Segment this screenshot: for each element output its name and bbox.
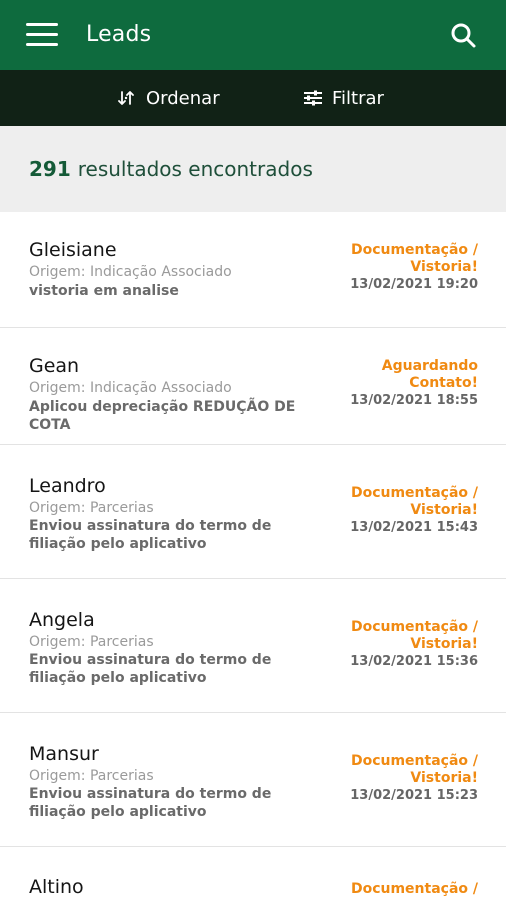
list-item[interactable]: Mansur Origem: Parcerias Enviou assinatu… <box>0 713 506 847</box>
lead-status-line1: Documentação / <box>350 753 478 769</box>
lead-date: 13/02/2021 19:20 <box>350 277 478 292</box>
lead-status-line2: Vistoria! <box>410 259 478 275</box>
lead-note: vistoria em analise <box>29 283 179 299</box>
lead-status: Aguardando Contato! <box>382 358 478 392</box>
lead-name: Angela <box>29 609 95 631</box>
results-text: resultados encontrados <box>77 157 313 181</box>
sort-arrows-icon <box>118 91 134 105</box>
toolbar: Ordenar Filtrar <box>0 70 506 126</box>
lead-note: Aplicou depreciação REDUÇÃO DE COTA <box>29 399 296 433</box>
lead-origin: Origem: Parcerias <box>29 768 154 784</box>
lead-status: Documentação / Vistoria! <box>351 619 478 653</box>
lead-origin: Origem: Parcerias <box>29 500 154 516</box>
lead-status: Documentação / <box>351 881 478 898</box>
list-item[interactable]: Leandro Origem: Parcerias Enviou assinat… <box>0 445 506 579</box>
list-item[interactable]: Altino Documentação / <box>0 847 506 900</box>
lead-note: Enviou assinatura do termo de filiação p… <box>29 518 272 552</box>
lead-status: Documentação / Vistoria! <box>351 753 478 787</box>
results-summary: 291 resultados encontrados <box>0 126 506 212</box>
lead-status-line2: Vistoria! <box>410 502 478 518</box>
lead-name: Altino <box>29 876 84 898</box>
lead-date: 13/02/2021 15:36 <box>350 654 478 669</box>
lead-status: Documentação / Vistoria! <box>351 485 478 519</box>
lead-status-line1: Aguardando <box>381 358 478 374</box>
lead-name: Mansur <box>29 743 99 765</box>
lead-date: 13/02/2021 15:43 <box>350 520 478 535</box>
lead-status-line1: Documentação / <box>350 242 478 258</box>
leads-list: Gleisiane Origem: Indicação Associado vi… <box>0 212 506 900</box>
lead-status-line1: Documentação / <box>350 881 478 897</box>
lead-status-line1: Documentação / <box>350 485 478 501</box>
lead-note: Enviou assinatura do termo de filiação p… <box>29 786 272 820</box>
lead-origin: Origem: Indicação Associado <box>29 380 232 396</box>
lead-name: Gean <box>29 355 80 377</box>
lead-origin: Origem: Parcerias <box>29 634 154 650</box>
list-item[interactable]: Gean Origem: Indicação Associado Aplicou… <box>0 328 506 445</box>
lead-date: 13/02/2021 18:55 <box>350 393 478 408</box>
order-button[interactable]: Ordenar <box>118 70 220 126</box>
page-title: Leads <box>86 22 152 47</box>
list-item[interactable]: Gleisiane Origem: Indicação Associado vi… <box>0 212 506 328</box>
lead-name: Gleisiane <box>29 239 117 261</box>
lead-origin: Origem: Indicação Associado <box>29 264 232 280</box>
lead-date: 13/02/2021 15:23 <box>350 788 478 803</box>
lead-status: Documentação / Vistoria! <box>351 242 478 276</box>
lead-note: Enviou assinatura do termo de filiação p… <box>29 652 272 686</box>
filter-button[interactable]: Filtrar <box>302 70 384 126</box>
order-label: Ordenar <box>146 87 220 109</box>
lead-name: Leandro <box>29 475 106 497</box>
results-count: 291 <box>29 157 71 181</box>
lead-status-line1: Documentação / <box>350 619 478 635</box>
lead-status-line2: Contato! <box>409 375 478 391</box>
list-item[interactable]: Angela Origem: Parcerias Enviou assinatu… <box>0 579 506 713</box>
lead-status-line2: Vistoria! <box>410 770 478 786</box>
filter-sliders-icon <box>304 90 322 106</box>
app-bar: Leads <box>0 0 506 70</box>
filter-label: Filtrar <box>332 87 384 109</box>
lead-status-line2: Vistoria! <box>410 636 478 652</box>
hamburger-menu-icon[interactable] <box>26 23 58 47</box>
search-icon[interactable] <box>449 21 477 49</box>
